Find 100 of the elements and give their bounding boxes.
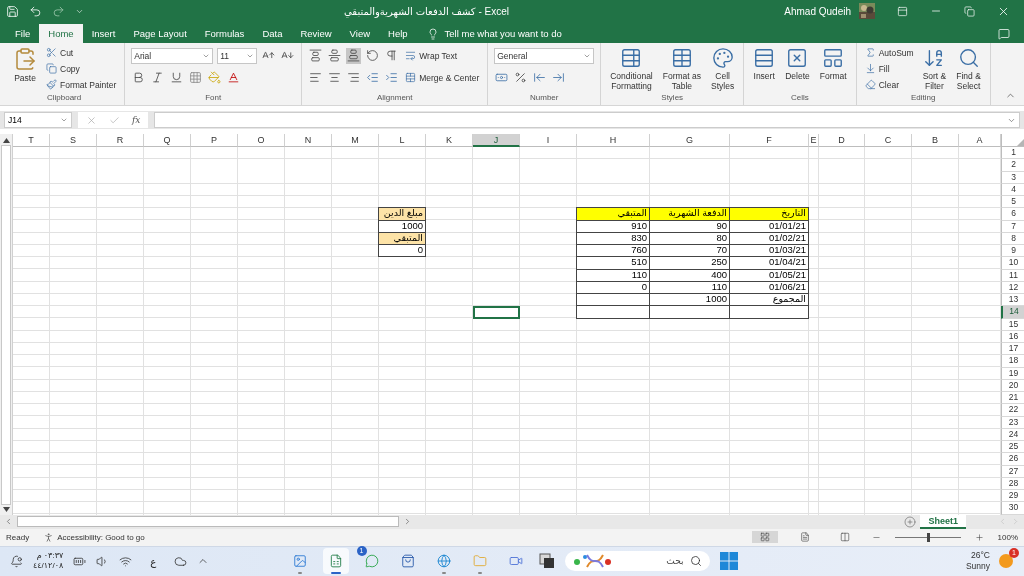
scroll-up-icon[interactable]	[2, 138, 10, 143]
column-header[interactable]: S	[50, 134, 97, 147]
undo-icon[interactable]	[29, 4, 42, 18]
row-header[interactable]: 6	[1001, 208, 1024, 221]
scroll-right-icon[interactable]	[403, 517, 412, 526]
font-size-dropdown[interactable]: 11	[217, 47, 258, 64]
insert-function-button[interactable]: fx	[132, 115, 141, 125]
wrap-text-button[interactable]: Wrap Text	[403, 49, 460, 62]
column-header[interactable]: K	[426, 134, 473, 147]
ribbon-button[interactable]: Format as Table	[659, 46, 704, 92]
add-sheet-icon[interactable]	[904, 515, 917, 528]
row-header[interactable]: 21	[1001, 392, 1024, 405]
column-header[interactable]: O	[238, 134, 285, 147]
row-header[interactable]: 14	[1001, 306, 1024, 319]
ribbon-button[interactable]: AutoSum	[862, 46, 916, 59]
ribbon-button[interactable]: Format Painter	[44, 78, 119, 91]
ribbon-tab[interactable]: Formulas	[195, 24, 254, 43]
zoom-level[interactable]: 100%	[997, 532, 1018, 542]
redo-icon[interactable]	[52, 4, 65, 18]
clock[interactable]: ٠٣:٣٧ م ٤٤/١٢/٠٨	[33, 551, 64, 572]
name-box[interactable]: J14	[4, 112, 72, 128]
column-header[interactable]: M	[332, 134, 379, 147]
ribbon-button[interactable]: Find & Select	[953, 46, 984, 92]
ribbon-button[interactable]: Cut	[44, 46, 119, 59]
select-all-button[interactable]	[1001, 134, 1024, 147]
vertical-scrollbar[interactable]	[0, 134, 13, 515]
formula-field[interactable]	[154, 112, 1020, 128]
ribbon-tab[interactable]: File	[6, 24, 40, 43]
comment-icon[interactable]	[998, 27, 1010, 40]
column-header[interactable]: T	[13, 134, 50, 147]
borders-button[interactable]	[188, 69, 204, 86]
column-header[interactable]: R	[97, 134, 144, 147]
ribbon-tab[interactable]: Page Layout	[124, 24, 196, 43]
cancel-icon[interactable]	[86, 114, 97, 126]
ribbon-tab[interactable]: Help	[379, 24, 417, 43]
row-header[interactable]: 25	[1001, 441, 1024, 454]
bottom-align-button[interactable]	[346, 47, 362, 64]
row-header[interactable]: 29	[1001, 490, 1024, 503]
row-header[interactable]: 30	[1001, 502, 1024, 515]
column-header[interactable]: I	[520, 134, 577, 147]
row-header[interactable]: 5	[1001, 196, 1024, 209]
ribbon-button[interactable]: Copy	[44, 62, 119, 75]
column-header[interactable]: P	[191, 134, 238, 147]
ribbon-button[interactable]: Format	[816, 46, 850, 82]
column-header[interactable]: B	[912, 134, 959, 147]
top-align-button[interactable]	[308, 47, 324, 64]
fill-color-button[interactable]	[207, 69, 223, 86]
row-header[interactable]: 2	[1001, 159, 1024, 172]
normal-view-button[interactable]	[751, 531, 778, 543]
ribbon-tab[interactable]: Home	[39, 24, 83, 43]
ribbon-button[interactable]: Insert	[750, 46, 779, 82]
column-header[interactable]: Q	[144, 134, 191, 147]
column-header[interactable]: N	[285, 134, 332, 147]
column-header[interactable]: D	[819, 134, 865, 147]
column-header[interactable]: F	[730, 134, 809, 147]
column-header[interactable]: H	[577, 134, 650, 147]
row-header[interactable]: 13	[1001, 294, 1024, 307]
task-view-icon[interactable]	[538, 553, 555, 570]
start-icon[interactable]	[719, 552, 738, 571]
scroll-left-icon[interactable]	[4, 517, 13, 526]
ribbon-button[interactable]: Clear	[862, 78, 916, 91]
restore-icon[interactable]	[964, 5, 975, 17]
ribbon-button[interactable]: Fill	[862, 62, 916, 75]
paste-button[interactable]: Paste	[10, 46, 40, 84]
search-field[interactable]: بحث	[564, 551, 710, 572]
ribbon-tab[interactable]: Data	[253, 24, 292, 43]
number-format-dropdown[interactable]: General	[494, 47, 595, 64]
cloud-icon[interactable]	[174, 554, 188, 568]
ribbon-button[interactable]: Sort & Filter	[919, 46, 950, 92]
font-dropdown[interactable]: Arial	[131, 47, 214, 64]
column-header[interactable]: J	[473, 134, 520, 147]
selected-cell[interactable]	[473, 306, 520, 319]
ribbon-button[interactable]: Conditional Formatting	[607, 46, 656, 92]
save-icon[interactable]	[6, 4, 19, 18]
row-header[interactable]: 22	[1001, 404, 1024, 417]
row-header[interactable]: 10	[1001, 257, 1024, 270]
ribbon-display-icon[interactable]	[897, 5, 908, 17]
zoom-in-icon[interactable]	[974, 532, 984, 542]
row-header[interactable]: 26	[1001, 453, 1024, 466]
column-header[interactable]: G	[650, 134, 730, 147]
ribbon-button[interactable]: Delete	[782, 46, 813, 82]
row-header[interactable]: 17	[1001, 343, 1024, 356]
zoom-thumb[interactable]	[926, 532, 930, 542]
language-indicator[interactable]: ع	[150, 555, 157, 567]
horizontal-scrollbar[interactable]	[17, 516, 399, 527]
column-header[interactable]: C	[865, 134, 912, 147]
ribbon-button[interactable]: Cell Styles	[708, 46, 738, 92]
ribbon-tab[interactable]: Insert	[82, 24, 125, 43]
orientation-button[interactable]	[365, 47, 381, 64]
merge-center-button[interactable]: Merge & Center	[403, 71, 482, 84]
column-header[interactable]: A	[959, 134, 1001, 147]
row-header[interactable]: 18	[1001, 355, 1024, 368]
column-header[interactable]: L	[379, 134, 426, 147]
taskbar-app[interactable]	[322, 548, 349, 575]
row-header[interactable]: 9	[1001, 245, 1024, 258]
ribbon-tab[interactable]: View	[340, 24, 380, 43]
middle-align-button[interactable]	[327, 47, 343, 64]
wifi-icon[interactable]	[119, 554, 133, 568]
tell-me-search[interactable]: Tell me what you want to do	[426, 24, 562, 43]
ribbon-tab[interactable]: Review	[291, 24, 341, 43]
